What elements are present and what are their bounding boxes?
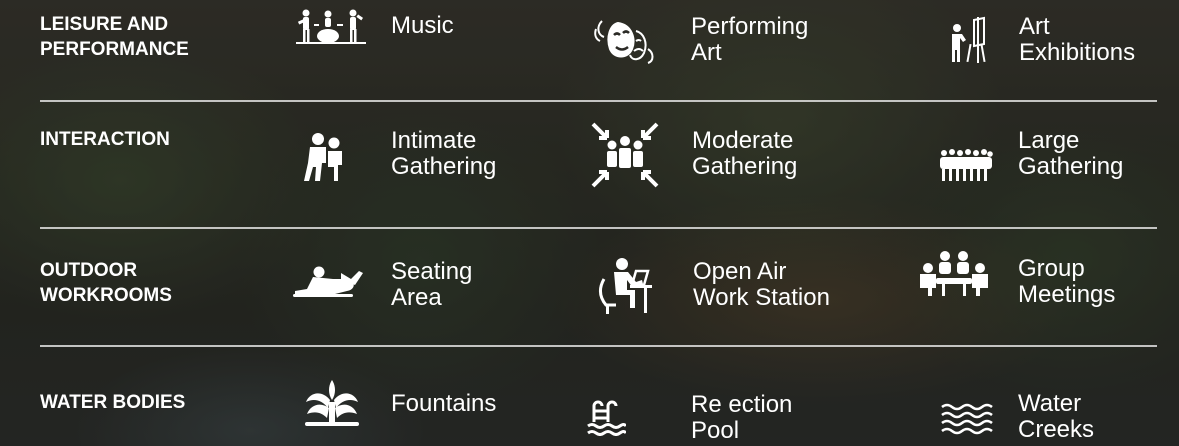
row-divider [40,345,1157,347]
easel-painter-icon [946,14,990,64]
item-label-large-gathering: Large Gathering [1018,127,1124,180]
meeting-table-icon [918,250,990,298]
couple-icon [302,131,348,183]
item-label-performing-art: Performing Art [691,13,809,66]
item-label-moderate-gathering: Moderate Gathering [692,127,798,180]
dark-overlay [0,0,1179,446]
item-label-music: Music [391,12,454,39]
category-leisure-performance: LEISURE AND PERFORMANCE [40,14,189,60]
item-label-art-exhibitions: Art Exhibitions [1019,13,1136,66]
item-label-water-creeks: Water Creeks [1018,390,1095,443]
band-icon [296,8,366,46]
item-label-fountains: Fountains [391,390,497,417]
item-label-seating-area: Seating Area [391,258,473,311]
theater-masks-icon [592,15,658,65]
category-outdoor-workrooms: OUTDOOR WORKROOMS [40,260,172,306]
group-converge-icon [590,121,660,189]
pool-ladder-icon [586,398,626,436]
category-interaction: INTERACTION [40,129,170,150]
fountain-icon [303,378,361,428]
row-divider [40,100,1157,102]
row-divider [40,227,1157,229]
item-label-group-meetings: Group Meetings [1018,255,1116,308]
item-label-reflection-pool: Re ection Pool [691,391,793,444]
item-label-open-air-work-station: Open Air Work Station [693,258,830,311]
laptop-worker-icon [598,257,654,315]
item-label-intimate-gathering: Intimate Gathering [391,127,497,180]
crowd-icon [938,148,994,182]
category-water-bodies: WATER BODIES [40,392,186,413]
waves-icon [940,402,996,436]
lounging-person-icon [293,265,369,299]
